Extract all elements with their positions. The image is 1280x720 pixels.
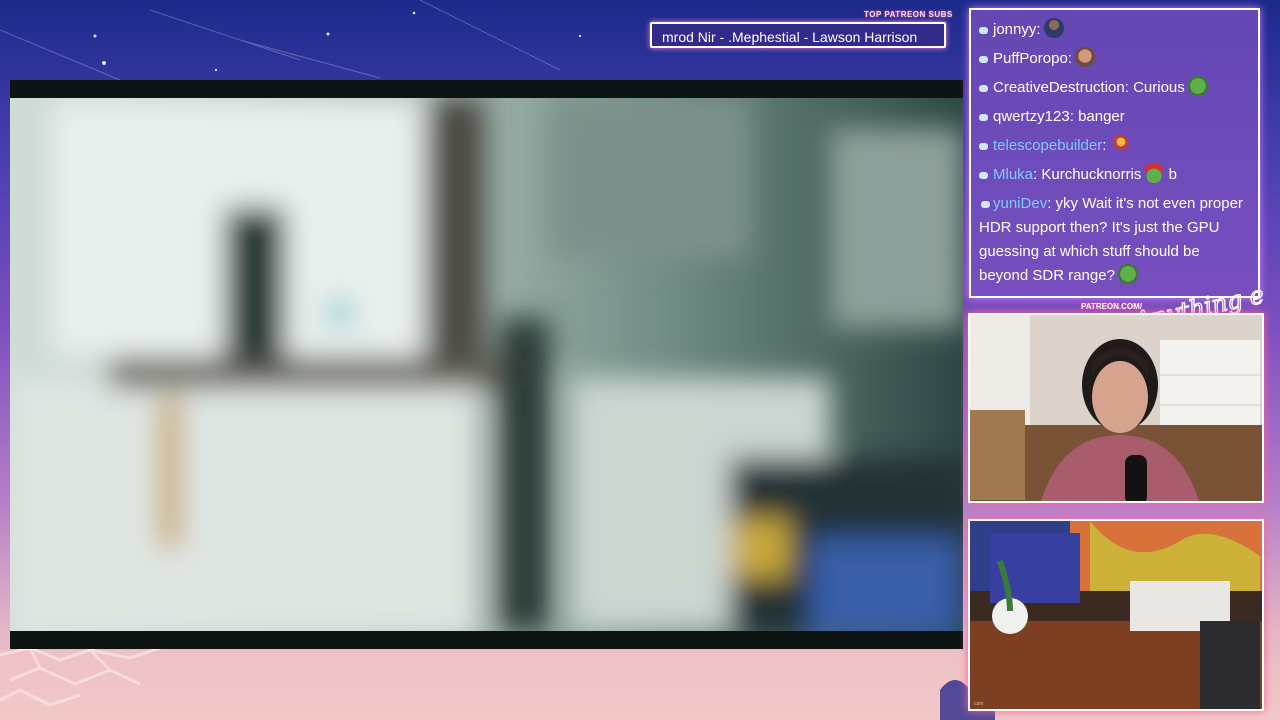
chat-username[interactable]: qwertzy123: [993, 108, 1070, 125]
pepe-santa-emote-icon: [1144, 163, 1165, 183]
pepe-emote-icon: [1187, 76, 1208, 96]
chat-badge-icon: [979, 85, 988, 92]
chat-message: PuffPoropo:: [979, 47, 1250, 71]
video-frame-blurred: [10, 98, 963, 631]
chat-badge-icon: [979, 114, 988, 121]
webcam-feed-room: [970, 521, 1262, 709]
cam-label: cam: [974, 701, 984, 707]
person-emote-icon: [1043, 18, 1064, 38]
chat-badge-icon: [979, 27, 988, 34]
chat-text: banger: [1078, 108, 1125, 125]
chat-badge-icon: [979, 143, 988, 150]
chat-text: Curious: [1133, 79, 1185, 96]
chat-message: CreativeDestruction: Curious: [979, 76, 1250, 100]
chat-username[interactable]: telescopebuilder: [993, 137, 1102, 154]
chat-message: jonnyy:: [979, 18, 1250, 42]
top-patreon-subs-label: TOP PATREON SUBS: [864, 10, 953, 19]
bird-emote-icon: [1109, 134, 1130, 154]
video-player[interactable]: [10, 80, 963, 649]
cloud-shapes: [0, 645, 170, 680]
chat-badge-icon: [981, 201, 990, 208]
chat-username[interactable]: jonnyy: [993, 21, 1036, 38]
speed-streaks: [0, 0, 561, 81]
blurred-scene: [10, 98, 963, 631]
chat-message: Mluka: Kurchucknorris b: [979, 163, 1250, 187]
chat-message: yuniDev: yky Wait it's not even proper H…: [979, 195, 1243, 284]
room-camera: cam: [968, 519, 1264, 711]
chat-message: telescopebuilder:: [979, 134, 1250, 158]
chat-text: b: [1168, 166, 1177, 183]
chat-badge-icon: [979, 56, 988, 63]
chat-username[interactable]: yuniDev: [993, 195, 1047, 212]
cracked-ice-pattern: [0, 646, 161, 707]
chat-badge-icon: [979, 172, 988, 179]
chat-username[interactable]: Mluka: [993, 166, 1033, 183]
chat-message: qwertzy123: banger: [979, 105, 1250, 129]
chat-username[interactable]: PuffPoropo: [993, 50, 1068, 67]
face-emote-icon: [1074, 47, 1095, 67]
pepe-emote-icon: [1117, 264, 1138, 284]
patreon-subs-ticker: mrod Nir - .Mephestial - Lawson Harrison: [650, 22, 946, 48]
streamer-webcam: [968, 313, 1264, 503]
star-dots: [93, 11, 582, 72]
chat-username[interactable]: CreativeDestruction: [993, 79, 1125, 96]
webcam-feed-streamer: [970, 315, 1262, 501]
chat-text: Kurchucknorris: [1041, 166, 1142, 183]
chat-panel: jonnyy: PuffPoropo: CreativeDestruction:…: [969, 8, 1260, 298]
